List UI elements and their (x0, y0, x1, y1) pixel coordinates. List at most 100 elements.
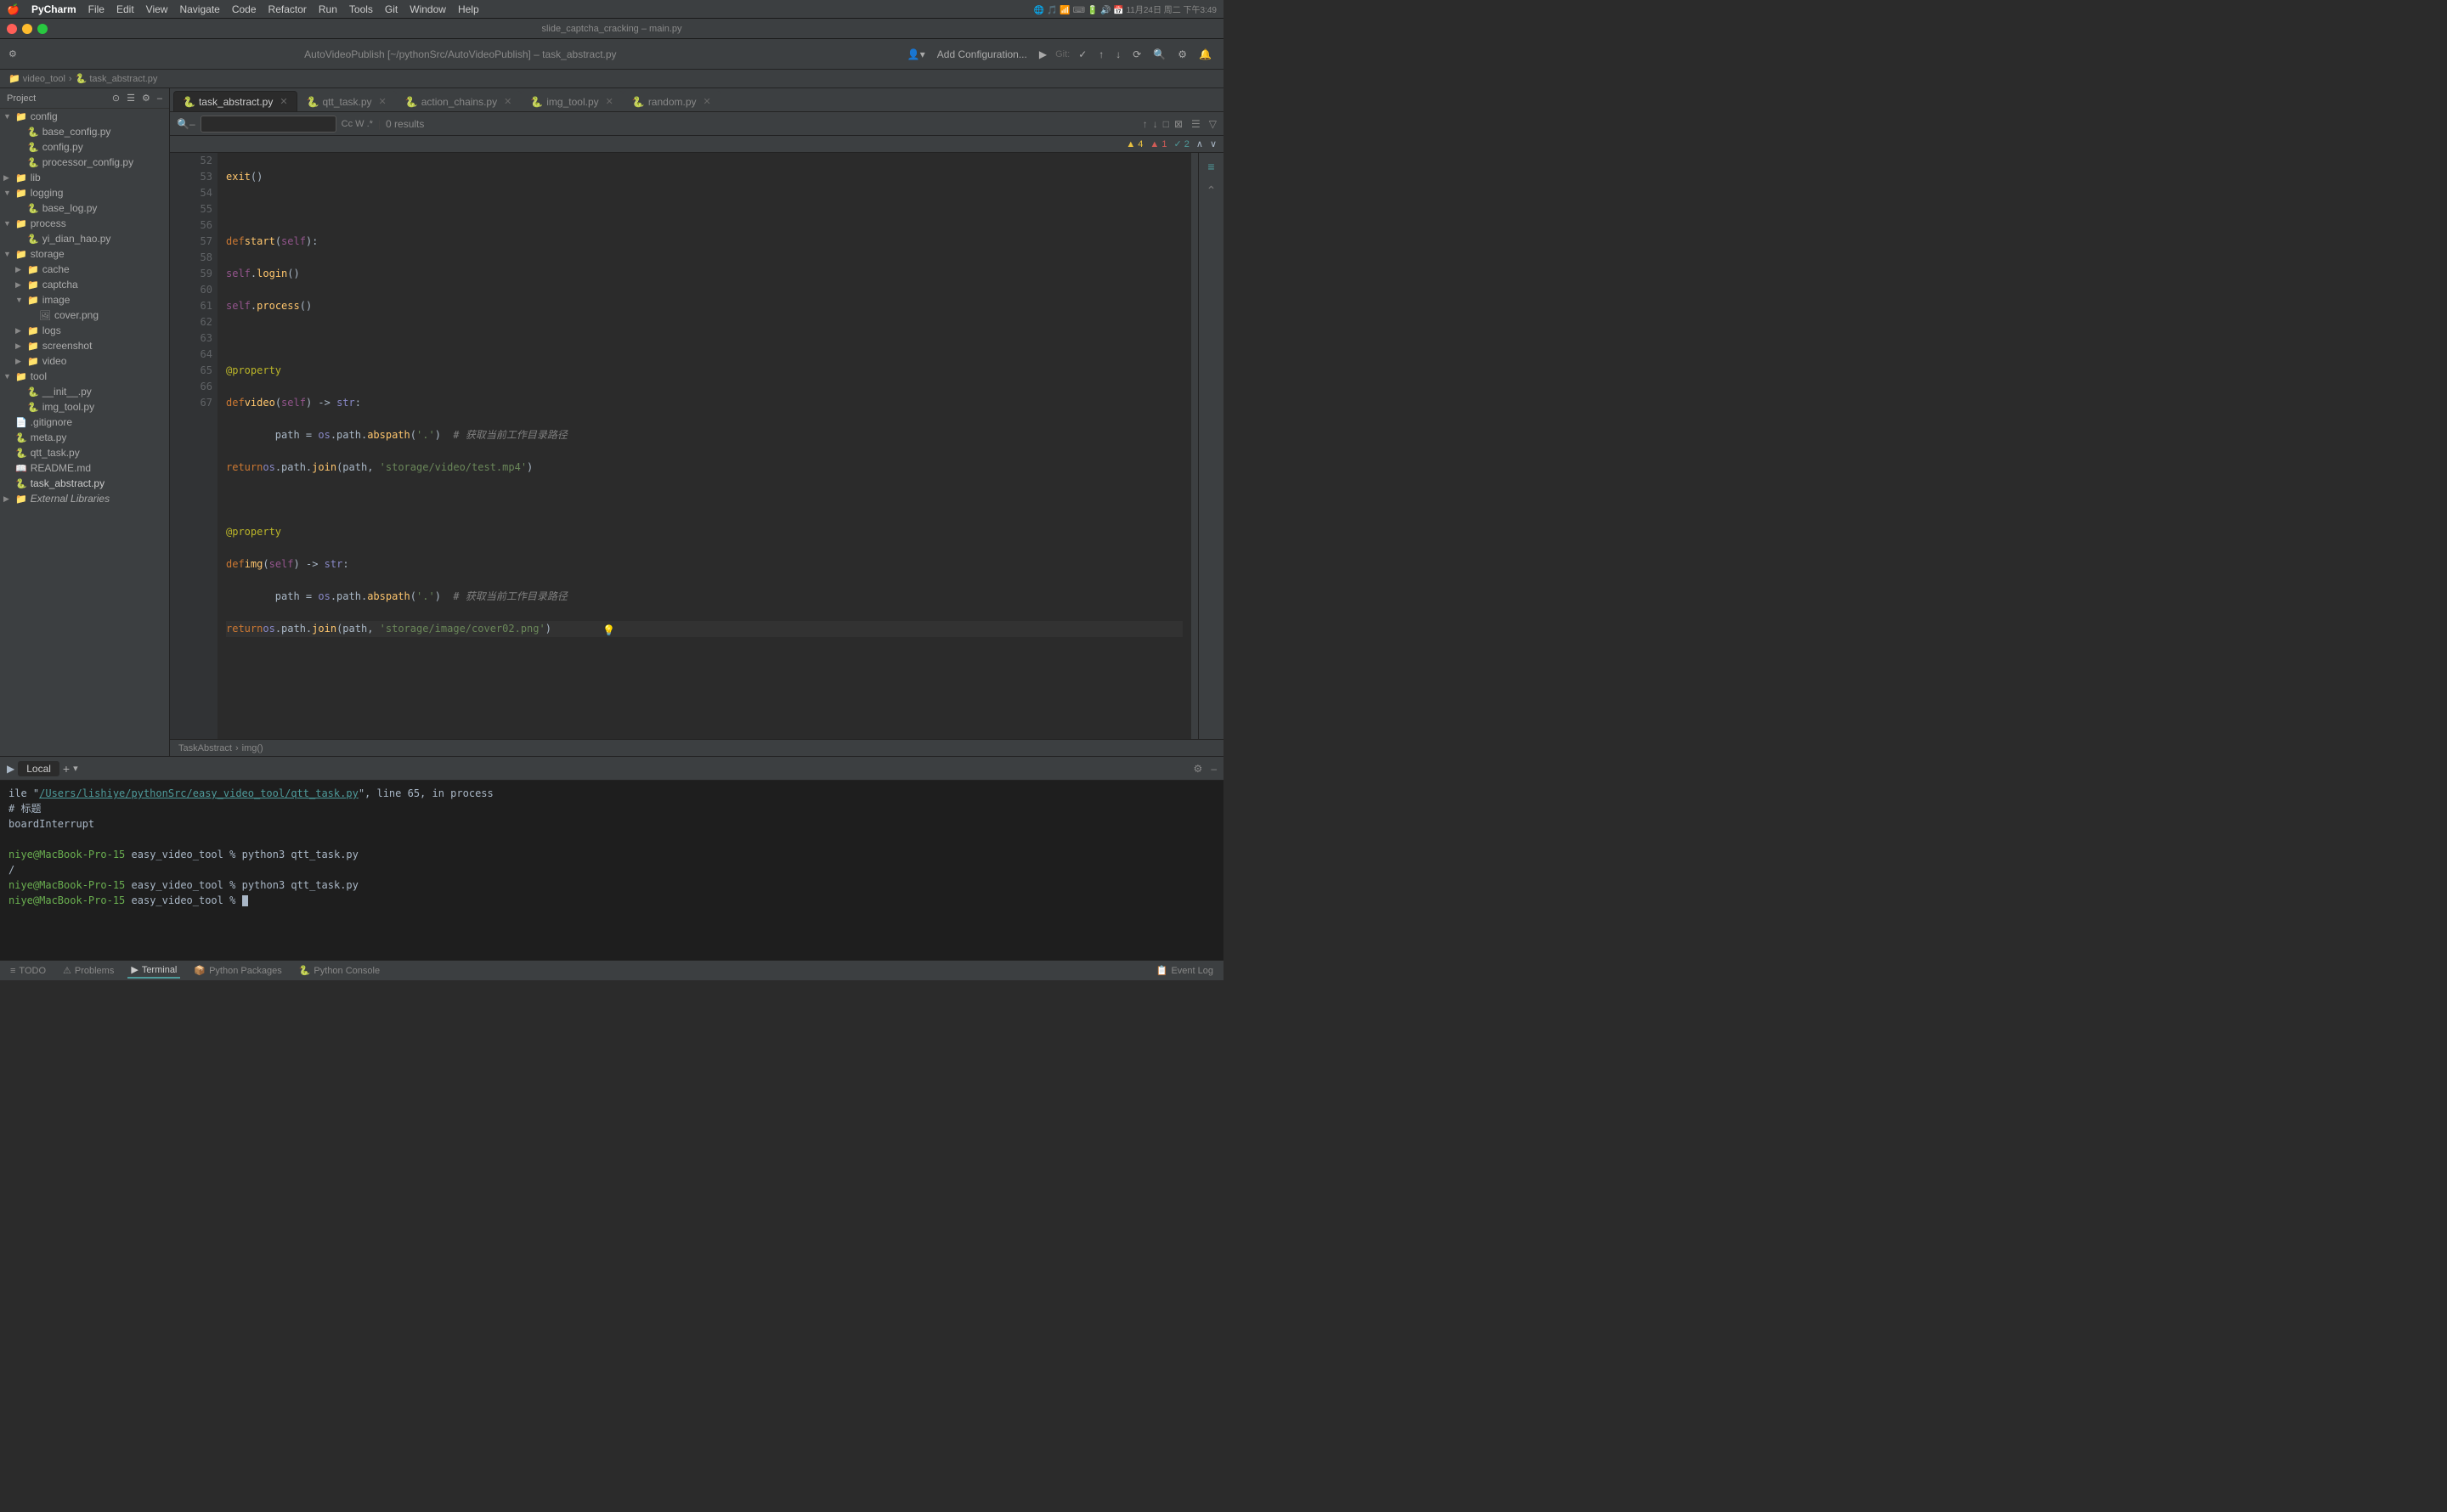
menu-run[interactable]: Run (319, 3, 337, 15)
menu-navigate[interactable]: Navigate (179, 3, 219, 15)
breadcrumb-method[interactable]: img() (242, 743, 263, 753)
tree-item[interactable]: ▶📁video (0, 353, 169, 369)
tree-item[interactable]: ▼📁tool (0, 369, 169, 384)
tree-item-cache[interactable]: ▶📁cache (0, 262, 169, 277)
run-config-dropdown[interactable]: 👤▾ (904, 47, 929, 62)
tree-item-screenshot[interactable]: ▶📁screenshot (0, 338, 169, 353)
tree-item[interactable]: 🐍__init__.py (0, 384, 169, 399)
search-extra-icon[interactable]: □ (1163, 118, 1169, 130)
bottom-tab-python-console[interactable]: 🐍 Python Console (296, 963, 383, 978)
more-icon[interactable]: ⚙ (142, 93, 150, 104)
settings-button[interactable]: ⚙ (1174, 47, 1190, 62)
run-button[interactable]: ▶ (1036, 47, 1050, 62)
search-next-icon[interactable]: ↓ (1153, 118, 1158, 130)
search-settings-icon[interactable]: ☰ (1191, 118, 1201, 130)
main-layout: Project ⊙ ☰ ⚙ – ▼📁config 🐍base_config.py… (0, 88, 1224, 756)
maximize-button[interactable] (37, 24, 48, 34)
minimize-button[interactable] (22, 24, 32, 34)
tree-item[interactable]: ▼📁process (0, 216, 169, 231)
menu-file[interactable]: File (88, 3, 105, 15)
search-close-icon[interactable]: ⊠ (1174, 118, 1183, 130)
terminal-settings-icon[interactable]: ⚙ (1194, 763, 1203, 775)
tree-item[interactable]: ▶📁logs (0, 323, 169, 338)
tree-item[interactable]: ▶📁captcha (0, 277, 169, 292)
bottom-tab-problems[interactable]: ⚠ Problems (59, 963, 117, 978)
vertical-scrollbar[interactable] (1191, 153, 1198, 739)
bottom-tab-todo[interactable]: ≡ TODO (7, 964, 49, 978)
tab-close-icon[interactable]: ✕ (504, 96, 511, 107)
menu-git[interactable]: Git (385, 3, 398, 15)
breadcrumb-class[interactable]: TaskAbstract (178, 743, 232, 753)
tree-item[interactable]: 📖README.md (0, 460, 169, 476)
breadcrumb-item-video-tool[interactable]: 📁 video_tool (8, 73, 65, 84)
add-configuration-button[interactable]: Add Configuration... (934, 47, 1031, 62)
git-push-button[interactable]: ↑ (1095, 47, 1107, 62)
search-prev-icon[interactable]: ↑ (1143, 118, 1148, 130)
collapse-icon[interactable]: ☰ (127, 93, 135, 104)
bottom-tab-python-packages[interactable]: 📦 Python Packages (190, 963, 285, 978)
tree-item[interactable]: 🐍processor_config.py (0, 155, 169, 170)
search-options[interactable]: Cc W .* (342, 119, 373, 129)
terminal-tab-local[interactable]: Local (18, 761, 59, 776)
tree-item[interactable]: 📄.gitignore (0, 415, 169, 430)
menu-view[interactable]: View (146, 3, 168, 15)
tree-item[interactable]: 🐍meta.py (0, 430, 169, 445)
git-history-button[interactable]: ⟳ (1129, 47, 1144, 62)
tree-item[interactable]: ▼📁image (0, 292, 169, 307)
tab-qtt-task[interactable]: 🐍 qtt_task.py ✕ (297, 91, 396, 111)
menu-help[interactable]: Help (458, 3, 479, 15)
code-content[interactable]: exit() def start(self): self.login() sel… (218, 153, 1191, 739)
menu-refactor[interactable]: Refactor (268, 3, 307, 15)
menu-tools[interactable]: Tools (349, 3, 373, 15)
search-back-icon[interactable]: 🔍– (177, 118, 195, 130)
tree-item[interactable]: 🐍task_abstract.py (0, 476, 169, 491)
tab-close-icon[interactable]: ✕ (379, 96, 387, 107)
search-input[interactable] (201, 116, 336, 133)
terminal-close-icon[interactable]: – (1211, 763, 1217, 775)
git-pull-button[interactable]: ↓ (1112, 47, 1124, 62)
search-filter-icon[interactable]: ▽ (1209, 118, 1217, 130)
search-everywhere-button[interactable]: 🔍 (1150, 47, 1169, 62)
terminal-tab-dropdown[interactable]: ▾ (73, 763, 78, 774)
hide-sidebar-icon[interactable]: – (157, 93, 162, 104)
terminal-tab-add[interactable]: + (63, 762, 70, 776)
breadcrumb-item-file[interactable]: 🐍 task_abstract.py (76, 73, 158, 84)
menu-code[interactable]: Code (232, 3, 257, 15)
collapse-warnings-icon[interactable]: ∨ (1210, 138, 1217, 150)
right-panel-btn-structure[interactable]: ≡ (1201, 156, 1222, 177)
tree-item[interactable]: 🐍config.py (0, 139, 169, 155)
tree-item[interactable]: 🐍yi_dian_hao.py (0, 231, 169, 246)
apple-menu[interactable]: 🍎 (7, 3, 20, 15)
menu-window[interactable]: Window (410, 3, 446, 15)
close-button[interactable] (7, 24, 17, 34)
tab-close-icon[interactable]: ✕ (704, 96, 711, 107)
menu-edit[interactable]: Edit (116, 3, 134, 15)
tree-item[interactable]: 🐍img_tool.py (0, 399, 169, 415)
bottom-tab-terminal[interactable]: ▶ Terminal (127, 962, 180, 979)
tree-item[interactable]: ▶📁lib (0, 170, 169, 185)
tree-item[interactable]: ▼📁storage (0, 246, 169, 262)
expand-icon[interactable]: ∧ (1196, 138, 1203, 150)
right-panel-btn-expand[interactable]: ⌃ (1201, 180, 1222, 200)
window-controls[interactable] (7, 24, 48, 34)
terminal-content[interactable]: ile "/Users/lishiye/pythonSrc/easy_video… (0, 781, 1224, 960)
sync-icon[interactable]: ⊙ (112, 93, 120, 104)
tab-task-abstract[interactable]: 🐍 task_abstract.py ✕ (173, 91, 297, 111)
tree-item[interactable]: 🐍base_config.py (0, 124, 169, 139)
tab-img-tool[interactable]: 🐍 img_tool.py ✕ (521, 91, 623, 111)
tree-item[interactable]: ▼📁config (0, 109, 169, 124)
tree-item[interactable]: 🐍qtt_task.py (0, 445, 169, 460)
terminal-file-link[interactable]: /Users/lishiye/pythonSrc/easy_video_tool… (39, 787, 359, 799)
tab-close-icon[interactable]: ✕ (606, 96, 613, 107)
tree-item[interactable]: 🖼cover.png (0, 307, 169, 323)
notifications-button[interactable]: 🔔 (1195, 47, 1215, 62)
tree-item[interactable]: ▼📁logging (0, 185, 169, 200)
tree-item[interactable]: ▶📁External Libraries (0, 491, 169, 506)
tree-item[interactable]: 🐍base_log.py (0, 200, 169, 216)
git-update-button[interactable]: ✓ (1075, 47, 1090, 62)
tab-action-chains[interactable]: 🐍 action_chains.py ✕ (396, 91, 522, 111)
tab-close-icon[interactable]: ✕ (280, 96, 287, 107)
bottom-tab-event-log[interactable]: 📋 Event Log (1153, 963, 1217, 978)
tab-random[interactable]: 🐍 random.py ✕ (623, 91, 721, 111)
code-editor[interactable]: 52 53 54 55 56 57 58 59 60 61 62 63 64 6… (170, 153, 1198, 739)
